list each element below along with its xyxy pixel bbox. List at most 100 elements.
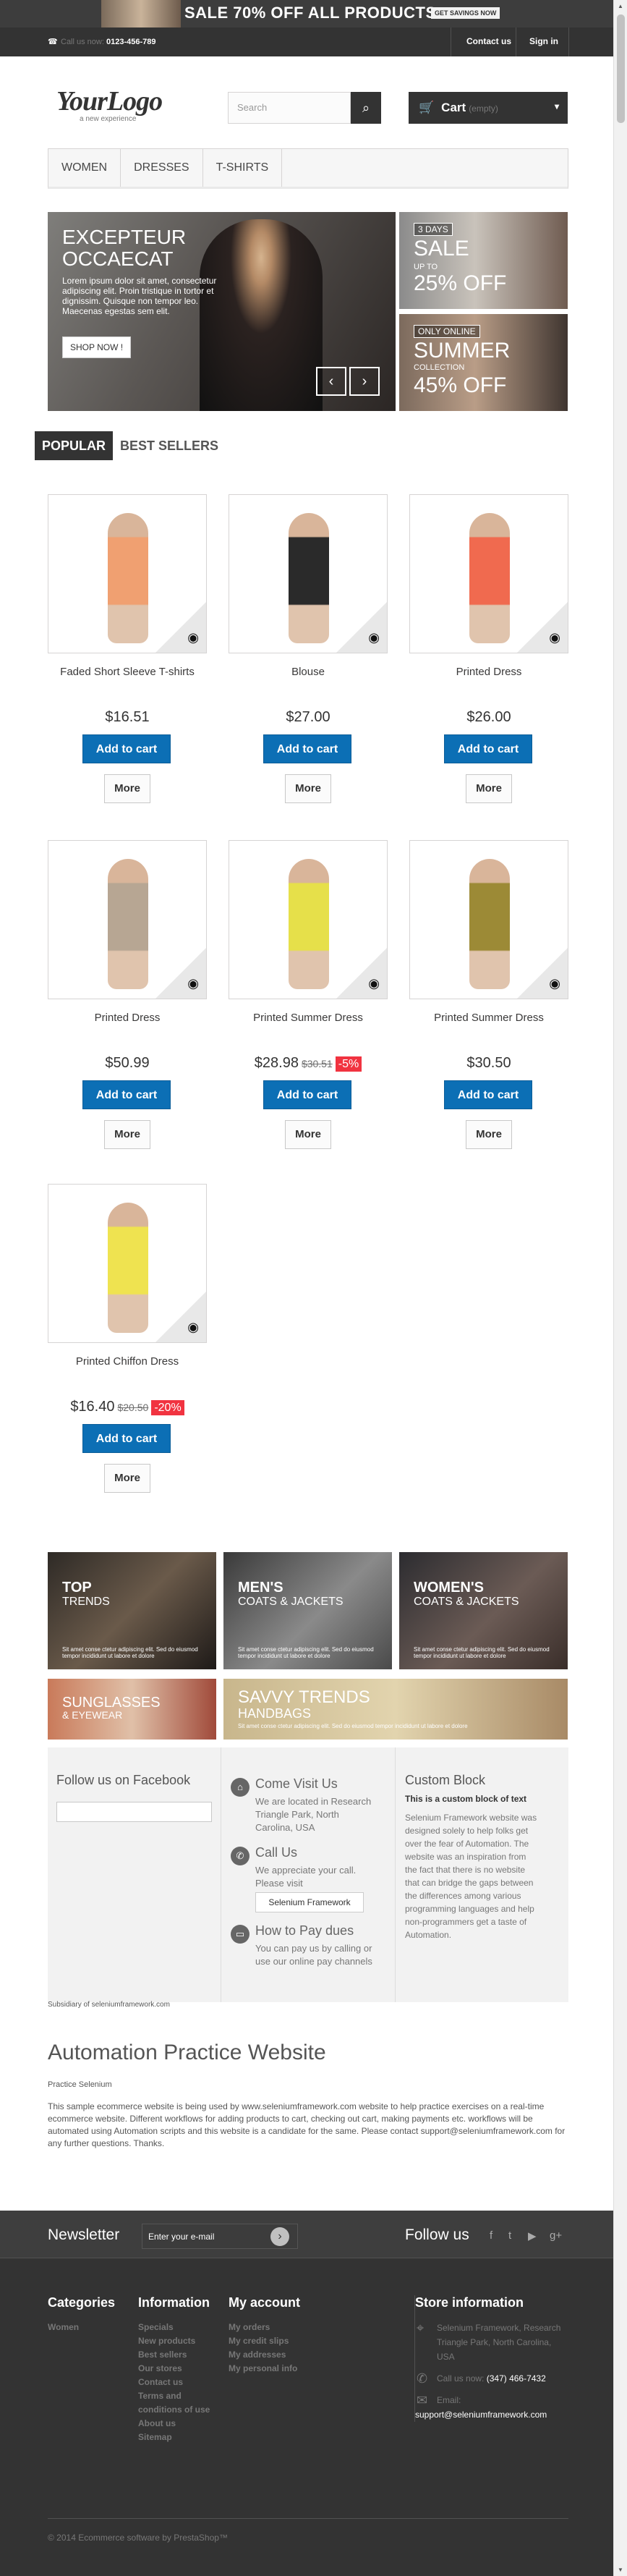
newsletter-submit-icon[interactable]: › [270, 2227, 289, 2246]
add-to-cart-button[interactable]: Add to cart [82, 1424, 171, 1453]
scroll-up-icon[interactable]: ▲ [618, 3, 623, 9]
product-name[interactable]: Blouse [229, 664, 388, 680]
tab-popular[interactable]: POPULAR [35, 431, 114, 460]
eye-icon[interactable]: ◉ [187, 630, 199, 645]
info-link-contact-us[interactable]: Contact us [138, 2376, 210, 2389]
youtube-icon[interactable]: ▶ [528, 2229, 537, 2242]
scroll-down-icon[interactable]: ▼ [618, 2567, 623, 2573]
facebook-widget[interactable] [56, 1802, 212, 1822]
banner-savvy-trends[interactable]: SAVVY TRENDS HANDBAGS Sit amet conse cte… [223, 1679, 568, 1740]
search-input[interactable]: Search [228, 92, 351, 124]
product-card[interactable]: ◉ Printed Summer Dress $30.50 Add to cart Mo… [409, 840, 568, 1180]
more-button[interactable]: More [466, 774, 512, 803]
eye-icon[interactable]: ◉ [549, 630, 560, 645]
info-link-terms[interactable]: Terms and conditions of use [138, 2389, 210, 2417]
info-link-sitemap[interactable]: Sitemap [138, 2431, 210, 2444]
banner-desc: Sit amet conse ctetur adipiscing elit. S… [238, 1723, 468, 1729]
product-image[interactable]: ◉ [48, 1184, 207, 1343]
product-name[interactable]: Printed Dress [409, 664, 568, 680]
account-link-personal-info[interactable]: My personal info [229, 2362, 300, 2376]
more-button[interactable]: More [285, 1120, 331, 1149]
add-to-cart-button[interactable]: Add to cart [263, 734, 351, 763]
banner-subtitle: HANDBAGS [238, 1706, 312, 1721]
info-link-our-stores[interactable]: Our stores [138, 2362, 210, 2376]
product-card[interactable]: ◉ Printed Dress $26.00 Add to cart More [409, 494, 568, 834]
product-image[interactable]: ◉ [48, 494, 207, 653]
account-link-orders[interactable]: My orders [229, 2321, 300, 2334]
product-card[interactable]: ◉ Printed Dress $50.99 Add to cart More [48, 840, 207, 1180]
banner-desc: Sit amet conse ctetur adipiscing elit. S… [62, 1646, 198, 1659]
add-to-cart-button[interactable]: Add to cart [263, 1080, 351, 1109]
banner-sunglasses[interactable]: SUNGLASSES & EYEWEAR [48, 1679, 216, 1740]
get-savings-button[interactable]: GET SAVINGS NOW [431, 7, 500, 19]
product-name[interactable]: Faded Short Sleeve T-shirts [48, 664, 207, 680]
promo-banner-sale[interactable]: 3 DAYS SALE UP TO 25% OFF [399, 212, 568, 309]
eye-icon[interactable]: ◉ [368, 976, 380, 991]
more-button[interactable]: More [104, 774, 150, 803]
add-to-cart-button[interactable]: Add to cart [444, 1080, 532, 1109]
product-price: $50.99 [105, 1055, 150, 1071]
banner-womens-coats[interactable]: WOMEN'S COATS & JACKETS Sit amet conse c… [399, 1552, 568, 1669]
product-name[interactable]: Printed Summer Dress [229, 1010, 388, 1026]
search-button[interactable]: ⌕ [351, 92, 381, 124]
category-link-women[interactable]: Women [48, 2321, 115, 2334]
copyright[interactable]: © 2014 Ecommerce software by PrestaShop™ [48, 2533, 228, 2543]
selenium-framework-link[interactable]: Selenium Framework [255, 1892, 364, 1912]
product-image[interactable]: ◉ [229, 840, 388, 999]
more-button[interactable]: More [466, 1120, 512, 1149]
eye-icon[interactable]: ◉ [549, 976, 560, 991]
menu-item-tshirts[interactable]: T-SHIRTS [203, 149, 283, 187]
account-link-credit-slips[interactable]: My credit slips [229, 2334, 300, 2348]
banner-top-trends[interactable]: TOP TRENDS Sit amet conse ctetur adipisc… [48, 1552, 216, 1669]
info-link-new-products[interactable]: New products [138, 2334, 210, 2348]
scrollbar-thumb[interactable] [617, 14, 625, 123]
prev-arrow-icon[interactable]: ‹ [316, 367, 346, 396]
twitter-icon[interactable]: t [508, 2229, 511, 2242]
more-button[interactable]: More [104, 1120, 150, 1149]
eye-icon[interactable]: ◉ [368, 630, 380, 645]
tab-best-sellers[interactable]: BEST SELLERS [113, 431, 226, 460]
homepage-slider[interactable]: EXCEPTEUR OCCAECAT Lorem ipsum dolor sit… [48, 212, 396, 411]
product-name[interactable]: Printed Summer Dress [409, 1010, 568, 1026]
info-link-best-sellers[interactable]: Best sellers [138, 2348, 210, 2362]
facebook-icon[interactable]: f [490, 2229, 492, 2242]
more-button[interactable]: More [285, 774, 331, 803]
add-to-cart-button[interactable]: Add to cart [444, 734, 532, 763]
add-to-cart-button[interactable]: Add to cart [82, 1080, 171, 1109]
product-image[interactable]: ◉ [48, 840, 207, 999]
product-card[interactable]: ◉ Blouse $27.00 Add to cart More [229, 494, 388, 834]
sale-banner[interactable]: SALE 70% OFF ALL PRODUCTS GET SAVINGS NO… [0, 0, 613, 27]
account-link-addresses[interactable]: My addresses [229, 2348, 300, 2362]
next-arrow-icon[interactable]: › [349, 367, 380, 396]
product-name[interactable]: Printed Chiffon Dress [48, 1354, 207, 1370]
logo[interactable]: YourLogo [56, 85, 163, 117]
product-card[interactable]: ◉ Printed Chiffon Dress $16.40 $20.50 -20% Ad… [48, 1184, 207, 1524]
product-name[interactable]: Printed Dress [48, 1010, 207, 1026]
product-image[interactable]: ◉ [409, 840, 568, 999]
product-photo [289, 513, 329, 643]
menu-item-dresses[interactable]: DRESSES [121, 149, 203, 187]
sign-in-link[interactable]: Sign in [529, 36, 558, 46]
product-card[interactable]: ◉ Printed Summer Dress $28.98 $30.51 -5% Add … [229, 840, 388, 1180]
shop-now-button[interactable]: SHOP NOW ! [62, 336, 132, 358]
info-link-specials[interactable]: Specials [138, 2321, 210, 2334]
add-to-cart-button[interactable]: Add to cart [82, 734, 171, 763]
promo-banner-summer[interactable]: ONLY ONLINE SUMMER COLLECTION 45% OFF [399, 314, 568, 411]
more-button[interactable]: More [104, 1464, 150, 1493]
product-image[interactable]: ◉ [409, 494, 568, 653]
banner-mens-coats[interactable]: MEN'S COATS & JACKETS Sit amet conse cte… [223, 1552, 392, 1669]
page-scrollbar[interactable]: ▲ ▼ [613, 0, 627, 2576]
eye-icon[interactable]: ◉ [187, 1320, 199, 1335]
eye-icon[interactable]: ◉ [187, 976, 199, 991]
product-card[interactable]: ◉ Faded Short Sleeve T-shirts $16.51 Add to… [48, 494, 207, 834]
cart-button[interactable]: 🛒 Cart (empty) ▾ [409, 92, 568, 124]
promo-tag: 3 DAYS [414, 223, 453, 236]
top-nav: ☎ Call us now: 0123-456-789 Contact us Si… [0, 27, 613, 56]
info-link-about-us[interactable]: About us [138, 2417, 210, 2431]
menu-item-women[interactable]: WOMEN [48, 149, 121, 187]
google-plus-icon[interactable]: g+ [550, 2229, 562, 2242]
product-price: $28.98 [254, 1055, 299, 1071]
contact-us-link[interactable]: Contact us [466, 36, 511, 46]
store-email-link[interactable]: support@seleniumframework.com [415, 2407, 570, 2422]
product-image[interactable]: ◉ [229, 494, 388, 653]
